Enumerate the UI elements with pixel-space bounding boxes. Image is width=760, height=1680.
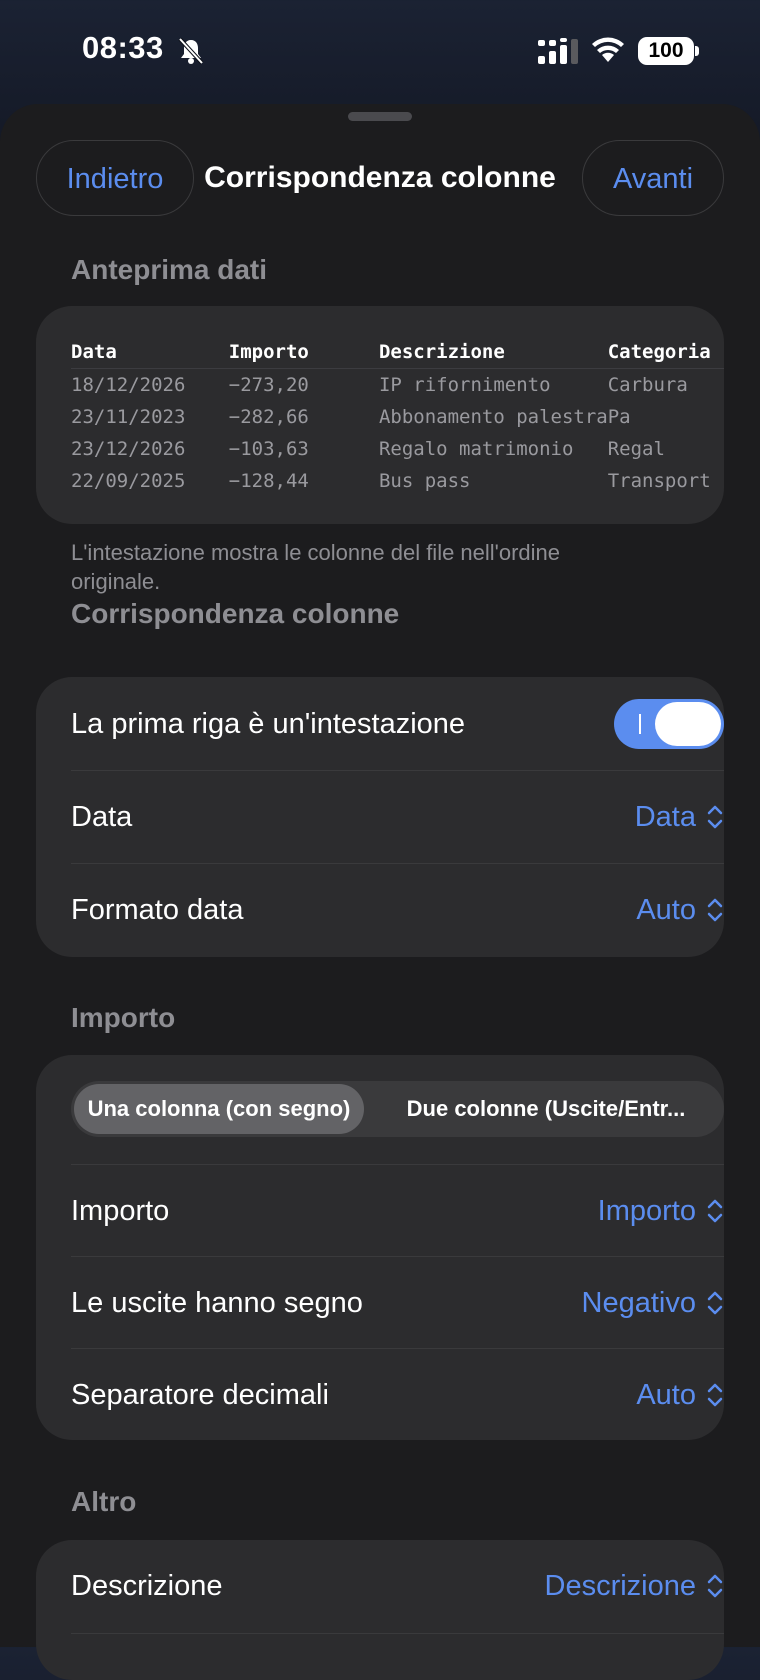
preview-cell: IP rifornimento bbox=[378, 374, 551, 396]
date-column-picker[interactable]: Data bbox=[635, 771, 724, 863]
amount-column-label: Importo bbox=[71, 1195, 170, 1227]
status-time: 08:33 bbox=[82, 30, 164, 65]
preview-cell: −103,63 bbox=[228, 438, 309, 460]
date-column-value: Data bbox=[634, 801, 696, 833]
preview-cell: Bus pass bbox=[378, 470, 471, 492]
mapping-card: La prima riga è un'intestazione Data Dat… bbox=[36, 677, 724, 957]
preview-row: 18/12/2026 −273,20 IP rifornimento Carbu… bbox=[71, 369, 724, 402]
preview-row: 22/09/2025 −128,44 Bus pass Transport bbox=[71, 465, 724, 497]
data-preview-card[interactable]: Data Importo Descrizione Categoria 18/12… bbox=[36, 306, 724, 524]
preview-cell: 22/09/2025 bbox=[71, 470, 186, 492]
chevron-up-down-icon bbox=[707, 898, 723, 922]
preview-header-row: Data Importo Descrizione Categoria bbox=[71, 336, 724, 369]
amount-section-title: Importo bbox=[71, 1002, 176, 1033]
preview-row: 23/11/2023 −282,66 Abbonamento palestra … bbox=[71, 401, 724, 433]
sign-value: Negativo bbox=[581, 1287, 696, 1319]
preview-cell: 23/11/2023 bbox=[71, 406, 186, 428]
mapping-section-title: Corrispondenza colonne bbox=[71, 598, 400, 629]
header-toggle[interactable] bbox=[614, 699, 724, 749]
decimal-separator-value: Auto bbox=[636, 1379, 696, 1411]
header-toggle-label: La prima riga è un'intestazione bbox=[71, 708, 466, 740]
preview-cell: 18/12/2026 bbox=[71, 374, 186, 396]
sheet-grabber[interactable] bbox=[348, 112, 412, 121]
bell-slash-icon bbox=[178, 37, 204, 65]
preview-cell: Regal bbox=[607, 438, 665, 460]
preview-cell: −128,44 bbox=[228, 470, 309, 492]
battery-tip bbox=[695, 46, 699, 56]
amount-card: Una colonna (con segno) Due colonne (Usc… bbox=[36, 1055, 724, 1440]
date-column-label: Data bbox=[71, 801, 133, 833]
sign-label: Le uscite hanno segno bbox=[71, 1287, 363, 1319]
decimal-separator-label: Separatore decimali bbox=[71, 1379, 329, 1411]
divider bbox=[71, 1633, 724, 1634]
sign-picker[interactable]: Negativo bbox=[582, 1257, 724, 1349]
wifi-icon bbox=[592, 37, 624, 62]
segment-one-column[interactable]: Una colonna (con segno) bbox=[74, 1084, 364, 1134]
description-column-row[interactable]: Descrizione Descrizione bbox=[71, 1540, 724, 1632]
amount-mode-segmented-control[interactable]: Una colonna (con segno) Due colonne (Usc… bbox=[71, 1081, 724, 1137]
preview-cell: 23/12/2026 bbox=[71, 438, 186, 460]
description-column-picker[interactable]: Descrizione bbox=[545, 1540, 725, 1632]
preview-table: Data Importo Descrizione Categoria 18/12… bbox=[71, 336, 724, 497]
chevron-up-down-icon bbox=[707, 1199, 723, 1223]
date-format-picker[interactable]: Auto bbox=[636, 864, 724, 956]
toggle-knob bbox=[655, 702, 721, 746]
other-card: Descrizione Descrizione bbox=[36, 1540, 724, 1680]
preview-cell: Abbonamento palestra bbox=[378, 406, 608, 428]
cellular-signal-icon bbox=[538, 38, 578, 64]
description-column-label: Descrizione bbox=[71, 1570, 223, 1602]
next-button[interactable]: Avanti bbox=[582, 140, 724, 216]
status-bar: 08:33 100 bbox=[0, 0, 760, 100]
amount-column-value: Importo bbox=[597, 1195, 696, 1227]
chevron-up-down-icon bbox=[707, 805, 723, 829]
date-format-value: Auto bbox=[636, 894, 696, 926]
preview-cell: Pa bbox=[607, 406, 631, 428]
preview-header-cell: Categoria bbox=[607, 336, 724, 369]
preview-footnote: L'intestazione mostra le colonne del fil… bbox=[71, 540, 561, 594]
import-sheet: Indietro Corrispondenza colonne Avanti A… bbox=[0, 104, 760, 1680]
segment-two-columns[interactable]: Due colonne (Uscite/Entr... bbox=[371, 1081, 721, 1137]
preview-cell: Carbura bbox=[607, 374, 688, 396]
page-title: Corrispondenza colonne bbox=[204, 161, 556, 194]
toggle-on-mark bbox=[639, 714, 641, 734]
preview-header-cell: Data bbox=[71, 336, 229, 369]
date-column-row[interactable]: Data Data bbox=[71, 771, 724, 863]
preview-row: 23/12/2026 −103,63 Regalo matrimonio Reg… bbox=[71, 433, 724, 465]
date-format-row[interactable]: Formato data Auto bbox=[71, 864, 724, 956]
sign-row[interactable]: Le uscite hanno segno Negativo bbox=[71, 1257, 724, 1349]
description-column-value: Descrizione bbox=[544, 1570, 697, 1602]
amount-column-row[interactable]: Importo Importo bbox=[71, 1165, 724, 1257]
chevron-up-down-icon bbox=[707, 1383, 723, 1407]
header-row-setting[interactable]: La prima riga è un'intestazione bbox=[71, 678, 724, 770]
preview-cell: Transport bbox=[607, 470, 711, 492]
preview-cell: −282,66 bbox=[228, 406, 309, 428]
date-format-label: Formato data bbox=[71, 894, 244, 926]
preview-cell: Regalo matrimonio bbox=[378, 438, 574, 460]
back-button[interactable]: Indietro bbox=[36, 140, 194, 216]
chevron-up-down-icon bbox=[707, 1291, 723, 1315]
preview-section-title: Anteprima dati bbox=[71, 254, 268, 285]
other-section-title: Altro bbox=[71, 1486, 137, 1517]
preview-header-cell: Descrizione bbox=[378, 336, 608, 369]
amount-column-picker[interactable]: Importo bbox=[598, 1165, 724, 1257]
decimal-separator-row[interactable]: Separatore decimali Auto bbox=[71, 1349, 724, 1440]
preview-header-cell: Importo bbox=[228, 336, 379, 369]
battery-indicator: 100 bbox=[638, 37, 694, 65]
decimal-separator-picker[interactable]: Auto bbox=[636, 1349, 724, 1440]
preview-cell: −273,20 bbox=[228, 374, 309, 396]
chevron-up-down-icon bbox=[707, 1574, 723, 1598]
